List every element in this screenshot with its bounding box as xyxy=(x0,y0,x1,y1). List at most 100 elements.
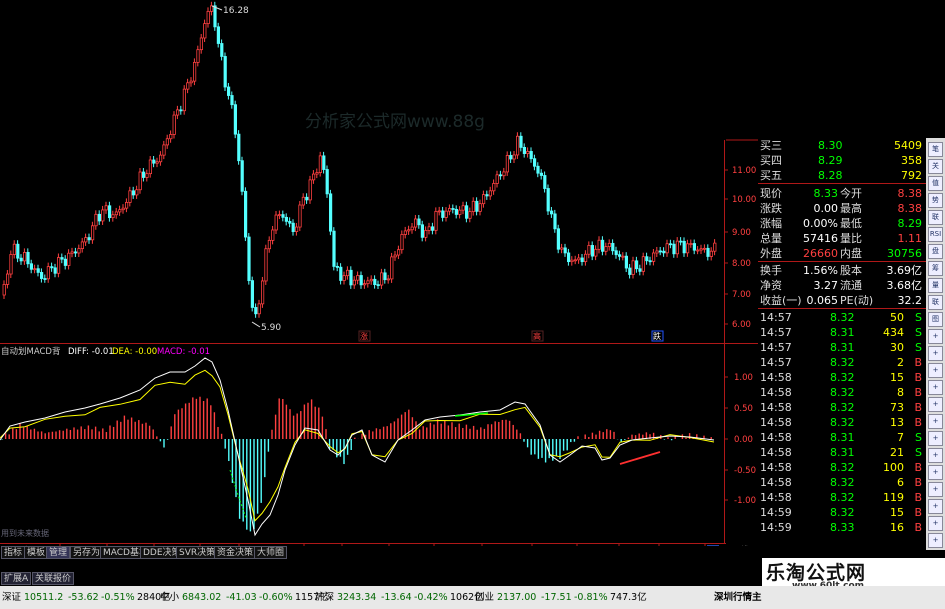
price-candle xyxy=(155,161,159,164)
toolbar-tab[interactable]: SVR决策 xyxy=(176,546,219,559)
price-candle xyxy=(516,135,520,156)
ticker-amt: 747.3亿 xyxy=(610,592,647,603)
tool-icon[interactable]: 筹 xyxy=(928,261,943,276)
price-candle xyxy=(539,172,544,176)
price-candle xyxy=(257,303,261,315)
price-panel: 16.28 5.90 涨 高 跌 xyxy=(2,1,717,342)
price-candle xyxy=(84,237,88,243)
toolbar-tab[interactable]: 指标 xyxy=(1,546,26,559)
price-candle xyxy=(417,218,421,226)
price-candle xyxy=(311,173,316,181)
tool-icon[interactable]: 笔 xyxy=(928,142,943,157)
tick-price: 8.32 xyxy=(830,371,855,384)
price-candle xyxy=(243,190,248,238)
bid-label: 买五 xyxy=(760,169,782,182)
toolbar-tab[interactable]: 模板 xyxy=(24,546,49,559)
quote-label: PE(动) xyxy=(840,294,874,307)
tick-time: 14:57 xyxy=(760,326,792,339)
tool-icon[interactable]: 量 xyxy=(928,278,943,293)
tool-icon[interactable]: 势 xyxy=(928,193,943,208)
price-candle xyxy=(512,154,516,160)
price-tick-label: 11.00 xyxy=(732,166,756,176)
price-candle xyxy=(488,190,493,197)
tool-icon[interactable]: + xyxy=(928,482,943,497)
tool-icon[interactable]: 联 xyxy=(928,210,943,225)
bid-label: 买四 xyxy=(760,154,782,167)
price-tick-label: 8.00 xyxy=(732,259,751,269)
tool-icon[interactable]: + xyxy=(928,363,943,378)
tool-icon[interactable]: 图 xyxy=(928,312,943,327)
tool-icon[interactable]: 值 xyxy=(928,176,943,191)
tool-icon[interactable]: 联 xyxy=(928,295,943,310)
sub-toolbar-tab[interactable]: 扩展A xyxy=(1,572,32,585)
tool-icon[interactable]: + xyxy=(928,397,943,412)
tick-time: 14:58 xyxy=(760,431,792,444)
tool-icon[interactable]: RSI xyxy=(928,227,943,242)
tool-icon[interactable]: + xyxy=(928,533,943,548)
ticker-pct: -0.81% xyxy=(574,592,608,603)
tick-price: 8.32 xyxy=(830,416,855,429)
price-candle xyxy=(597,239,601,250)
toolbar-tab[interactable]: 管理 xyxy=(46,546,71,559)
price-candle xyxy=(240,160,244,192)
price-candle xyxy=(148,159,152,175)
price-candle xyxy=(125,202,129,209)
quote-value: 1.11 xyxy=(897,232,923,245)
tool-icon[interactable]: + xyxy=(928,431,943,446)
price-candle xyxy=(594,248,598,257)
tool-icon[interactable]: + xyxy=(928,380,943,395)
tool-icon[interactable]: 盘 xyxy=(928,244,943,259)
tool-icon[interactable]: + xyxy=(928,516,943,531)
price-candle xyxy=(441,210,445,218)
chart-area[interactable]: 16.28 5.90 涨 高 跌 分析家公式网www.88g 11.00 10.00 9.0… xyxy=(0,0,758,546)
price-candle xyxy=(570,259,574,263)
price-candle xyxy=(553,213,557,230)
tool-icon[interactable]: + xyxy=(928,448,943,463)
tool-icon[interactable]: + xyxy=(928,465,943,480)
price-candle xyxy=(464,205,469,219)
quote-label: 净资 xyxy=(760,279,782,292)
quote-separator xyxy=(758,261,926,262)
quote-label: 股本 xyxy=(840,264,862,277)
price-candle xyxy=(332,230,336,267)
price-candle xyxy=(189,80,193,84)
tool-icon[interactable]: + xyxy=(928,499,943,514)
quote-separator xyxy=(758,183,926,184)
price-candle xyxy=(308,179,312,201)
price-candle xyxy=(345,269,350,277)
price-candle xyxy=(70,251,74,254)
price-candle xyxy=(288,220,292,224)
tool-icon[interactable]: 关 xyxy=(928,159,943,174)
price-candle xyxy=(611,242,615,252)
sub-toolbar-tab[interactable]: 关联报价 xyxy=(32,572,75,585)
toolbar-tab[interactable]: 大师圈 xyxy=(254,546,288,559)
price-candle xyxy=(213,5,217,28)
price-candle xyxy=(641,256,646,272)
price-candle xyxy=(451,208,455,210)
price-candle xyxy=(434,211,438,231)
tool-icon[interactable]: + xyxy=(928,346,943,361)
price-candle xyxy=(80,241,84,249)
tool-icon[interactable]: + xyxy=(928,414,943,429)
tick-side: B xyxy=(914,416,922,429)
price-candle xyxy=(19,257,23,262)
tick-volume: 434 xyxy=(883,326,904,339)
event-tag: 跌 xyxy=(653,331,661,341)
price-candle xyxy=(138,171,142,191)
price-candle xyxy=(543,175,547,189)
price-candle xyxy=(509,155,513,160)
quote-row: 涨跌 0.00 最高 8.38 xyxy=(758,201,926,216)
tool-icon[interactable]: + xyxy=(928,329,943,344)
macd-header-text: DIFF: -0.01 xyxy=(68,347,114,357)
macd-tick-label: -0.50 xyxy=(734,466,756,476)
toolbar-tab[interactable]: 另存为 xyxy=(70,546,104,559)
quote-label: 涨跌 xyxy=(760,202,782,215)
price-candle xyxy=(254,307,258,315)
price-candle xyxy=(533,158,537,167)
quote-label: 换手 xyxy=(760,264,782,277)
ticker-name: 创业 xyxy=(475,592,495,603)
price-candle xyxy=(77,248,81,254)
price-candle xyxy=(420,224,425,238)
toolbar-tab[interactable]: 资金决策 xyxy=(214,546,257,559)
quote-value: 26660 xyxy=(803,247,838,260)
